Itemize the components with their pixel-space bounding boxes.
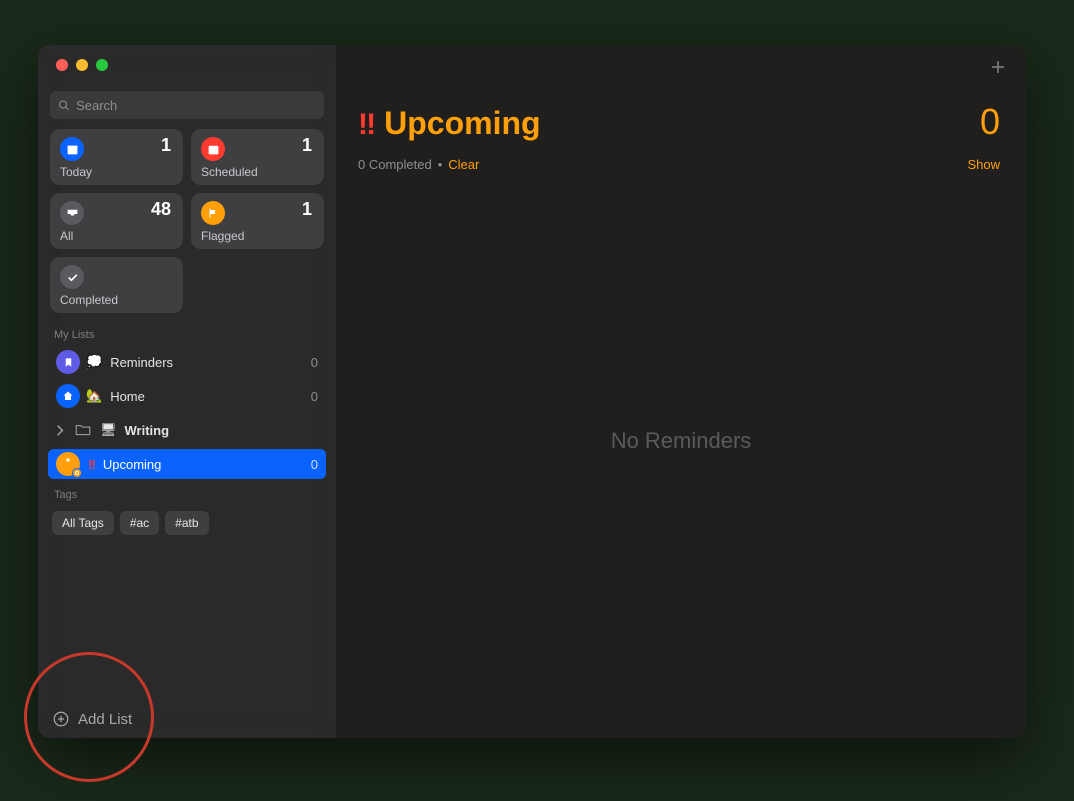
- tile-flagged[interactable]: 1 Flagged: [191, 193, 324, 249]
- plus-circle-icon: [52, 710, 70, 728]
- window-controls: [38, 45, 336, 83]
- list-reminders[interactable]: 💭 Reminders 0: [48, 347, 326, 377]
- tile-today-label: Today: [60, 165, 92, 179]
- zoom-window-button[interactable]: [96, 59, 108, 71]
- tile-all-label: All: [60, 229, 73, 243]
- list-emoji: 💭: [86, 354, 102, 370]
- search-field[interactable]: [50, 91, 324, 119]
- calendar-icon: [201, 137, 225, 161]
- list-count: 0: [311, 389, 318, 404]
- chevron-right-icon: [56, 424, 64, 437]
- app-window: 1 Today 1 Scheduled 48 All: [38, 45, 1026, 738]
- empty-state-text: No Reminders: [336, 144, 1026, 738]
- list-title: Upcoming: [384, 105, 540, 142]
- calendar-today-icon: [60, 137, 84, 161]
- tag-atb[interactable]: #atb: [165, 511, 208, 535]
- tile-flagged-label: Flagged: [201, 229, 244, 243]
- tile-flagged-count: 1: [302, 199, 312, 220]
- tile-completed-label: Completed: [60, 293, 118, 307]
- list-upcoming[interactable]: ‼ Upcoming 0: [48, 449, 326, 479]
- list-count: 0: [311, 457, 318, 472]
- my-lists-header: My Lists: [38, 321, 336, 345]
- smart-list-icon: [56, 452, 80, 476]
- tile-all-count: 48: [151, 199, 171, 220]
- list-emoji: 🏡: [86, 388, 102, 404]
- sidebar: 1 Today 1 Scheduled 48 All: [38, 45, 336, 738]
- tile-scheduled-count: 1: [302, 135, 312, 156]
- tile-today[interactable]: 1 Today: [50, 129, 183, 185]
- tile-completed[interactable]: Completed: [50, 257, 183, 313]
- list-total-count: 0: [980, 101, 1000, 143]
- tile-scheduled-label: Scheduled: [201, 165, 258, 179]
- flag-icon: [201, 201, 225, 225]
- folder-label: Writing: [125, 423, 170, 438]
- list-count: 0: [311, 355, 318, 370]
- new-reminder-button[interactable]: [988, 57, 1008, 82]
- add-list-button[interactable]: Add List: [52, 710, 132, 728]
- folder-emoji: 🖥: [100, 422, 117, 438]
- list-header: ‼ Upcoming 0: [336, 45, 1026, 147]
- minimize-window-button[interactable]: [76, 59, 88, 71]
- exclamation-icon: ‼: [88, 457, 95, 472]
- smart-list-tiles: 1 Today 1 Scheduled 48 All: [38, 129, 336, 321]
- list-label: Upcoming: [103, 457, 162, 472]
- add-list-label: Add List: [78, 711, 132, 728]
- close-window-button[interactable]: [56, 59, 68, 71]
- search-input[interactable]: [76, 98, 316, 113]
- folder-icon: [74, 421, 92, 439]
- search-icon: [58, 99, 70, 112]
- list-label: Reminders: [110, 355, 173, 370]
- bookmark-icon: [56, 350, 80, 374]
- tag-chips: All Tags #ac #atb: [38, 505, 336, 541]
- main-pane: ‼ Upcoming 0 0 Completed • Clear Show No…: [336, 45, 1026, 738]
- folder-writing[interactable]: 🖥 Writing: [48, 415, 326, 445]
- tile-today-count: 1: [161, 135, 171, 156]
- checkmark-icon: [60, 265, 84, 289]
- tile-scheduled[interactable]: 1 Scheduled: [191, 129, 324, 185]
- tag-all[interactable]: All Tags: [52, 511, 114, 535]
- home-icon: [56, 384, 80, 408]
- tag-ac[interactable]: #ac: [120, 511, 159, 535]
- tile-all[interactable]: 48 All: [50, 193, 183, 249]
- exclamation-icon: ‼: [358, 108, 374, 142]
- tray-icon: [60, 201, 84, 225]
- list-home[interactable]: 🏡 Home 0: [48, 381, 326, 411]
- list-label: Home: [110, 389, 145, 404]
- tags-header: Tags: [38, 481, 336, 505]
